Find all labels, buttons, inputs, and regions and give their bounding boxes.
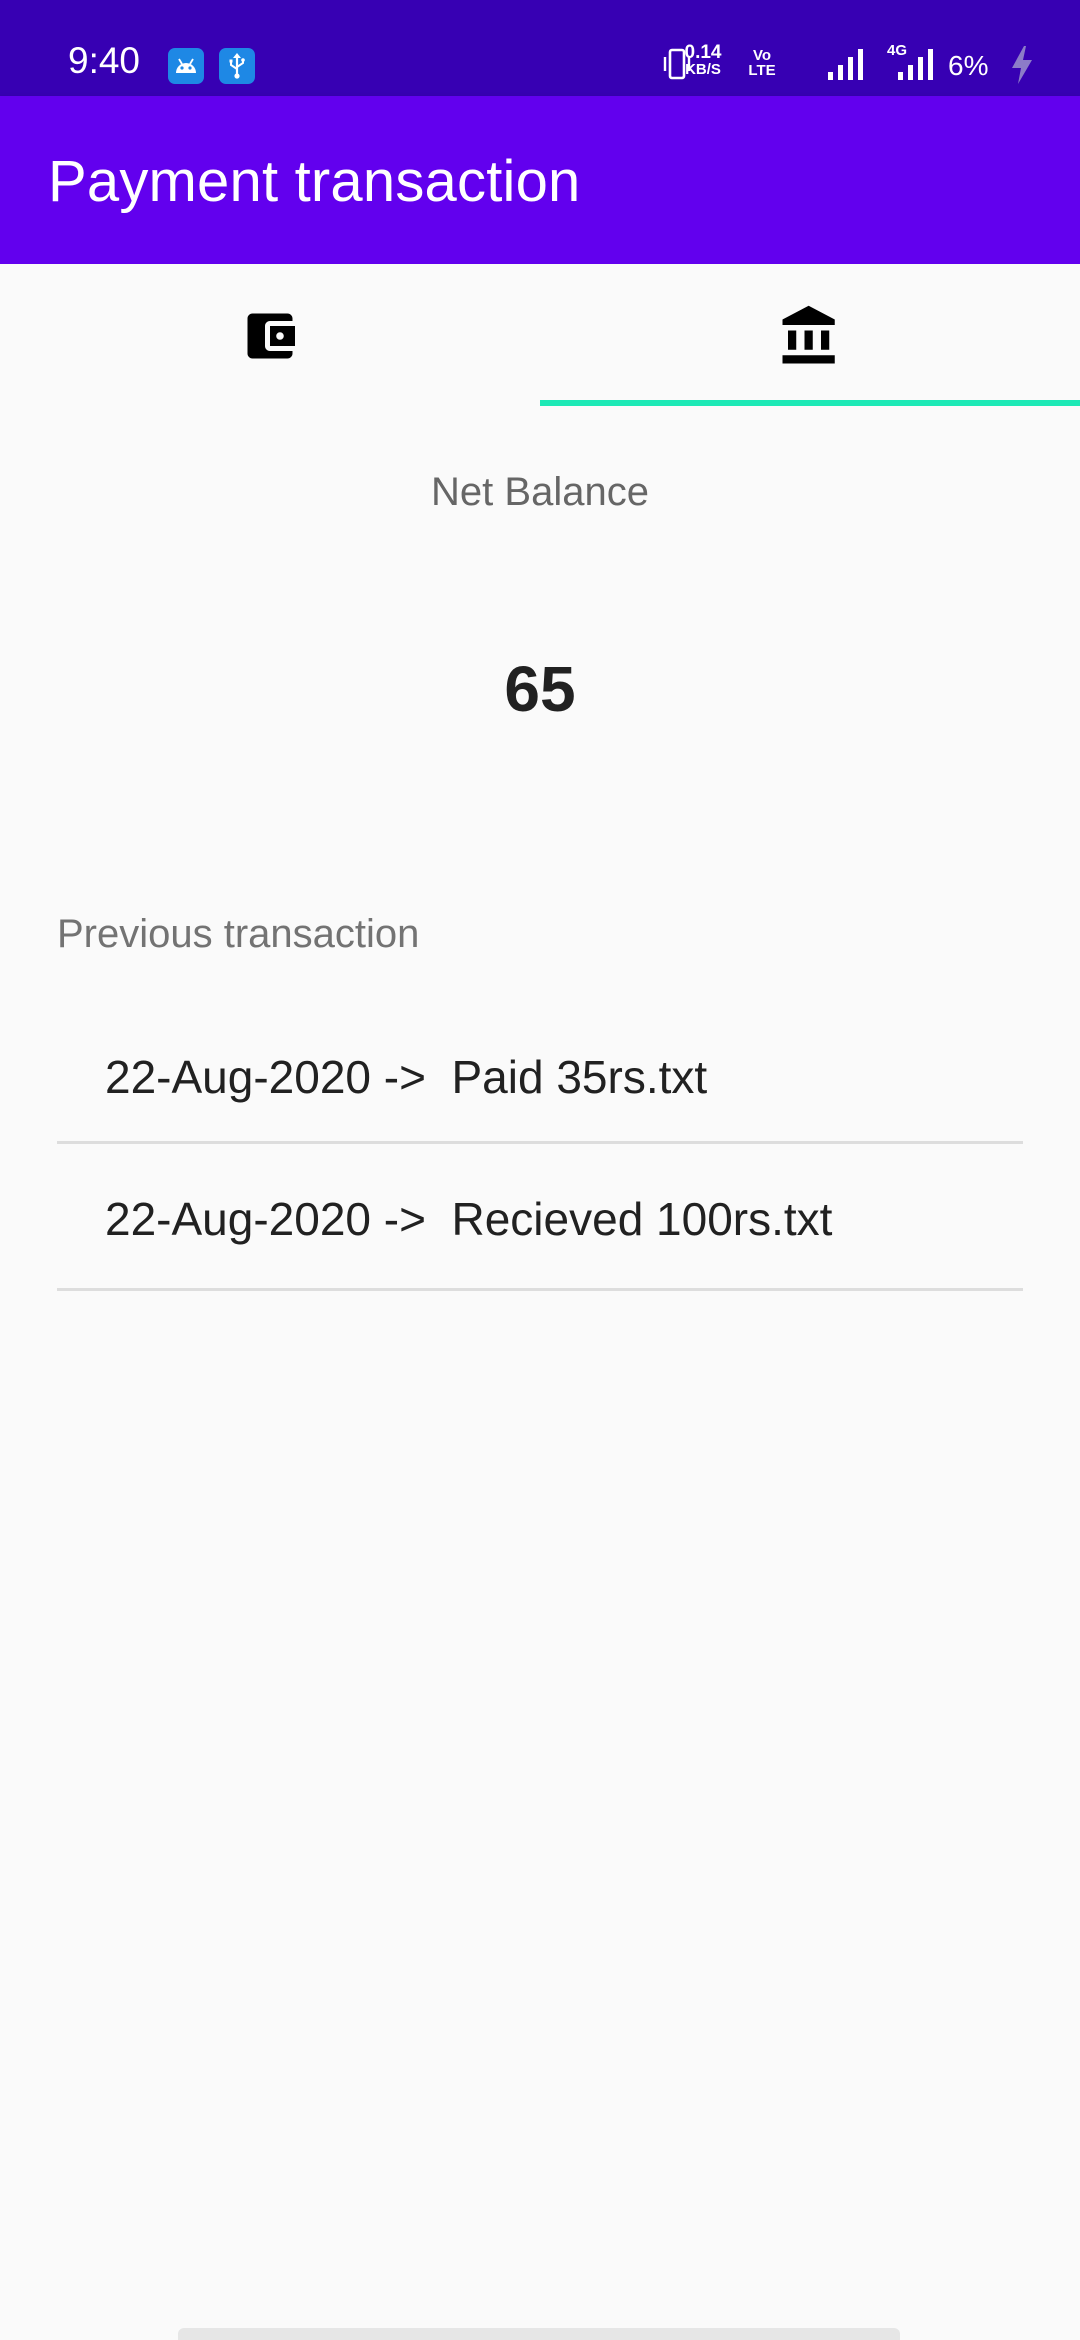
network-speed: 0.14 KB/S bbox=[675, 42, 731, 78]
transaction-row[interactable]: 22-Aug-2020 -> Recieved 100rs.txt bbox=[57, 1144, 1023, 1291]
android-icon bbox=[168, 48, 204, 84]
page-title: Payment transaction bbox=[48, 149, 581, 214]
network-speed-value: 0.14 bbox=[684, 42, 722, 63]
transaction-text: 22-Aug-2020 -> Paid 35rs.txt bbox=[105, 1051, 708, 1103]
transaction-row[interactable]: 22-Aug-2020 -> Paid 35rs.txt bbox=[57, 1000, 1023, 1144]
volte-indicator: Vo LTE bbox=[748, 47, 776, 79]
tab-bar bbox=[0, 264, 1080, 408]
usb-icon bbox=[219, 48, 255, 84]
wallet-icon bbox=[247, 313, 295, 359]
signal-icon bbox=[828, 49, 863, 80]
tab-wallet[interactable] bbox=[0, 264, 540, 408]
tab-indicator bbox=[540, 400, 1080, 406]
net-balance-value: 65 bbox=[504, 653, 576, 725]
previous-transaction-heading: Previous transaction bbox=[57, 912, 420, 956]
bank-icon bbox=[782, 305, 835, 364]
net-balance-label: Net Balance bbox=[431, 470, 649, 514]
network-speed-unit: KB/S bbox=[685, 61, 721, 78]
charging-icon bbox=[1012, 46, 1032, 84]
tab-bank[interactable] bbox=[540, 264, 1080, 408]
status-bar: 9:40 0.14 KB/S Vo LTE 4G 6% bbox=[0, 0, 1080, 96]
signal-4g-icon bbox=[898, 49, 933, 80]
transaction-text: 22-Aug-2020 -> Recieved 100rs.txt bbox=[105, 1193, 833, 1245]
app-bar: Payment transaction bbox=[0, 96, 1080, 264]
transaction-list: 22-Aug-2020 -> Paid 35rs.txt 22-Aug-2020… bbox=[57, 1000, 1023, 1291]
navigation-handle[interactable] bbox=[178, 2328, 900, 2340]
status-time: 9:40 bbox=[68, 40, 141, 81]
battery-level: 6% bbox=[948, 50, 989, 81]
